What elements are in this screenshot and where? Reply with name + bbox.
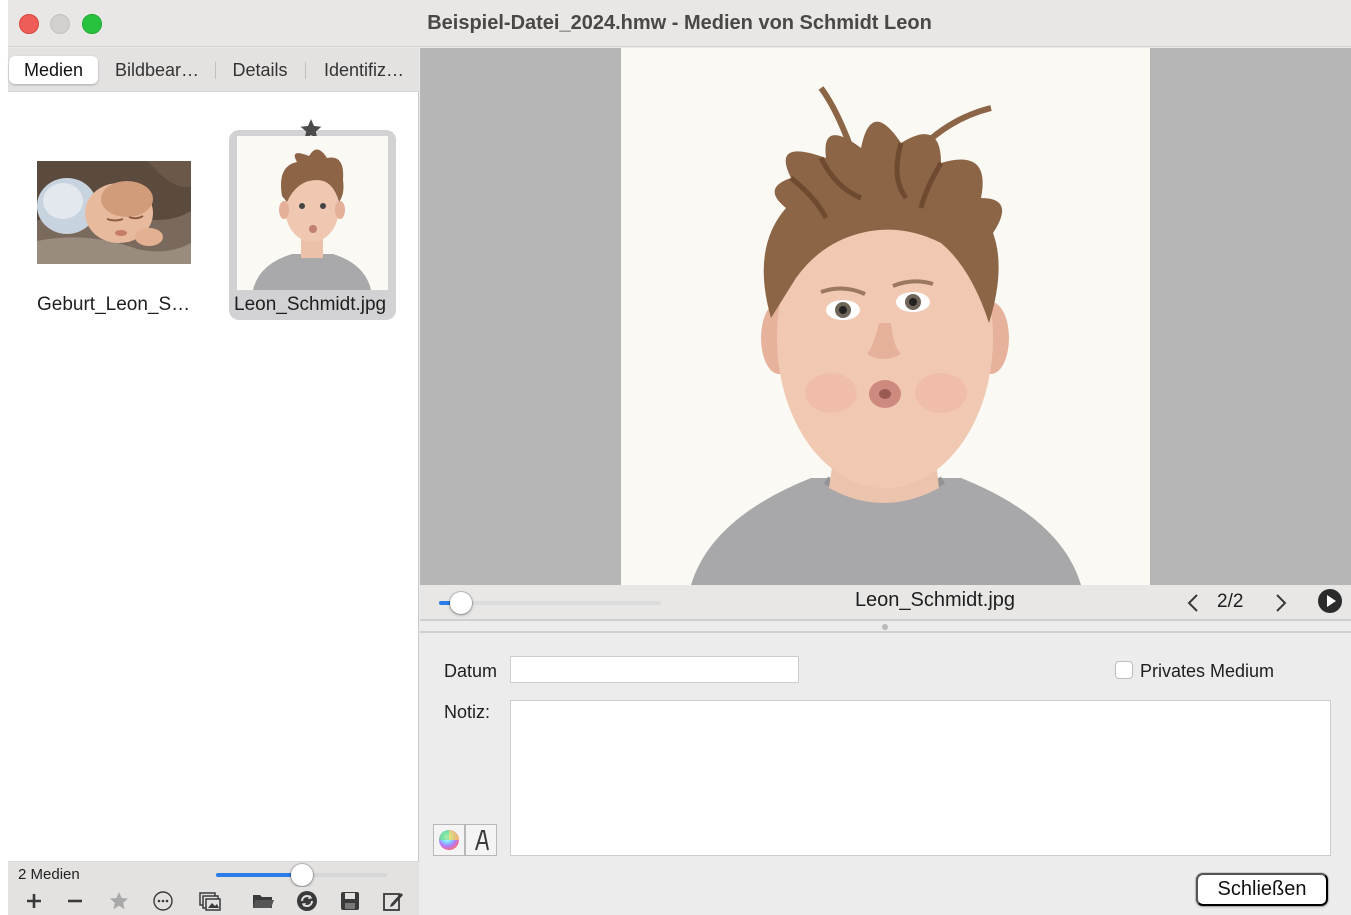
font-button[interactable] (465, 824, 497, 856)
play-icon[interactable] (1317, 588, 1343, 614)
tab-bildbearbeitung[interactable]: Bildbear… (106, 56, 208, 84)
boy-portrait-image (621, 48, 1150, 585)
private-checkbox[interactable] (1115, 661, 1133, 679)
refresh-icon[interactable] (295, 889, 319, 913)
media-label-selected: Leon_Schmidt.jpg (234, 294, 387, 315)
media-thumbnail-boy[interactable] (237, 136, 388, 290)
media-position: 2/2 (1217, 591, 1244, 612)
status-bar: 2 Medien (8, 861, 419, 887)
slider-knob[interactable] (450, 592, 473, 614)
thumbnail-size-slider[interactable] (216, 864, 387, 886)
chevron-left-icon[interactable] (1185, 593, 1201, 613)
date-field[interactable] (510, 656, 799, 683)
more-icon[interactable] (151, 889, 175, 913)
divider-handle[interactable] (882, 624, 888, 630)
color-picker-button[interactable] (433, 824, 465, 856)
edit-icon[interactable] (381, 889, 405, 913)
media-window: Beispiel-Datei_2024.hmw - Medien von Sch… (8, 0, 1351, 915)
current-filename: Leon_Schmidt.jpg (854, 589, 1016, 611)
image-viewer (420, 48, 1351, 585)
minus-icon[interactable] (63, 889, 87, 913)
zoom-slider[interactable] (439, 592, 661, 614)
note-label: Notiz: (444, 702, 491, 722)
note-field[interactable] (510, 700, 1331, 856)
media-label: Geburt_Leon_S… (37, 294, 191, 315)
slider-fill (216, 873, 302, 877)
tab-separator (215, 62, 216, 79)
tab-separator (305, 62, 306, 79)
tab-bar: Medien Bildbear… Details Identifiz… (8, 48, 419, 92)
baby-photo-image (37, 161, 191, 264)
media-count: 2 Medien (18, 866, 80, 883)
plus-icon[interactable] (22, 889, 46, 913)
window-title: Beispiel-Datei_2024.hmw - Medien von Sch… (427, 12, 932, 34)
private-label: Privates Medium (1140, 661, 1275, 681)
close-button[interactable]: Schließen (1196, 873, 1328, 906)
font-icon (475, 830, 489, 851)
date-label: Datum (444, 661, 498, 681)
split-divider[interactable] (420, 619, 1351, 633)
folder-icon[interactable] (251, 889, 275, 913)
media-thumbnail-baby[interactable] (37, 161, 191, 264)
tab-details[interactable]: Details (220, 56, 300, 84)
slider-knob[interactable] (290, 864, 313, 886)
preview-photo[interactable] (621, 48, 1150, 585)
media-sidebar: Medien Bildbear… Details Identifiz… Gebu… (8, 48, 419, 915)
viewer-info-bar: Leon_Schmidt.jpg 2/2 (420, 585, 1351, 619)
gallery-icon[interactable] (198, 889, 222, 913)
media-details-form: Datum Privates Medium Notiz: Schließen (420, 633, 1351, 915)
chevron-right-icon[interactable] (1273, 593, 1289, 613)
save-icon[interactable] (338, 889, 362, 913)
star-icon[interactable] (107, 889, 131, 913)
tab-medien[interactable]: Medien (9, 56, 98, 84)
media-toolbar (8, 887, 419, 915)
color-wheel-icon (439, 830, 459, 850)
title-bar: Beispiel-Datei_2024.hmw - Medien von Sch… (8, 0, 1351, 47)
tab-identifizierung[interactable]: Identifiz… (311, 56, 417, 84)
boy-photo-image (237, 136, 388, 290)
